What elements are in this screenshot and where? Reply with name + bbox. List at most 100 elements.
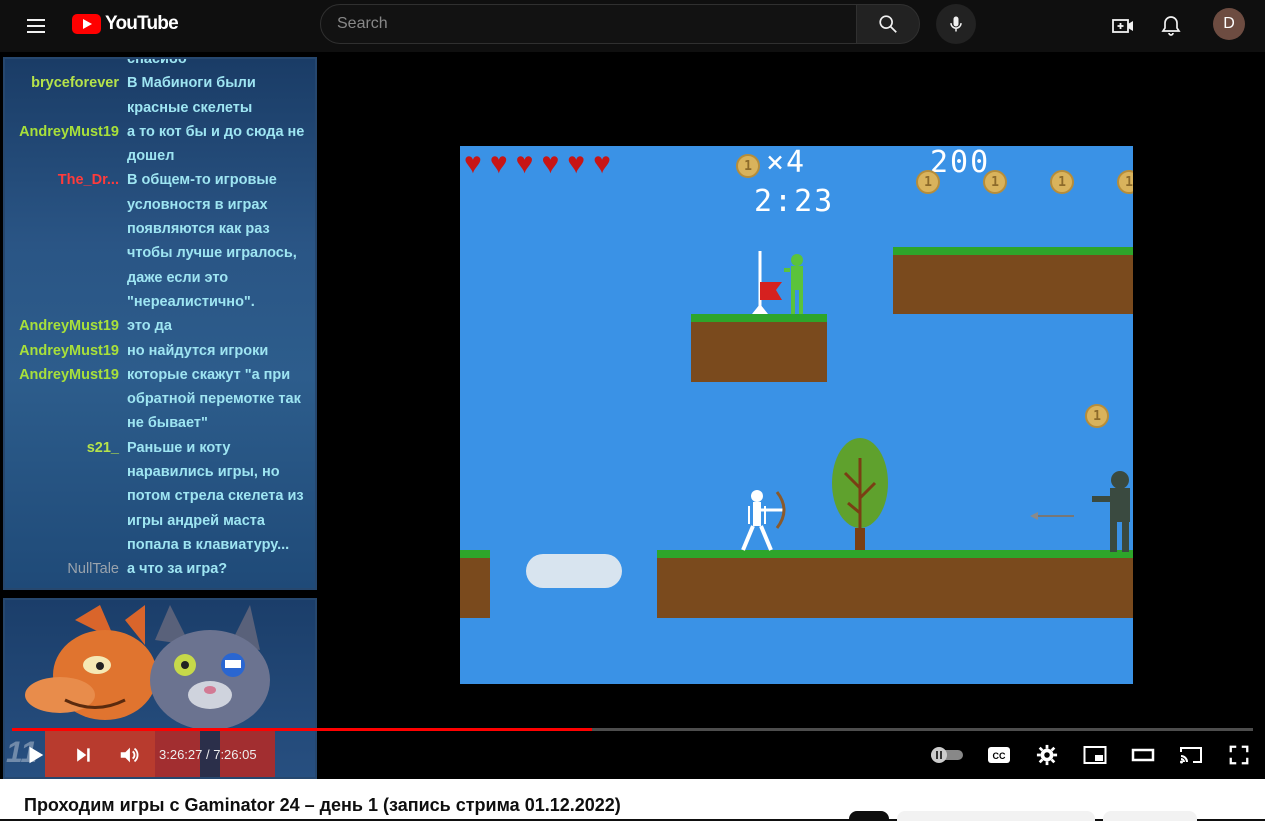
- skeleton-archer-player: [741, 490, 786, 551]
- score: 200: [930, 146, 991, 180]
- chat-username[interactable]: s21_: [5, 436, 127, 557]
- chat-message: AndreyMust19 но найдутся игроки: [5, 339, 315, 363]
- heart-icon: ♥: [541, 147, 560, 180]
- chat-text: это да: [127, 318, 172, 335]
- chat-text: но найдутся игроки: [127, 342, 269, 359]
- ground-left: [460, 550, 490, 618]
- volume-button[interactable]: [106, 732, 152, 778]
- search-button[interactable]: [856, 4, 920, 44]
- chat-username[interactable]: bryceforever: [5, 71, 127, 120]
- logo-text: YouTube: [105, 13, 179, 34]
- chat-message: AndreyMust19 это да: [5, 314, 315, 338]
- heart-icon: ♥: [515, 147, 534, 180]
- masthead: YouTube D: [0, 0, 1265, 52]
- subtitles-button[interactable]: CC: [976, 732, 1022, 778]
- coin-pickup: 1: [1117, 170, 1133, 194]
- video-player[interactable]: спасибо bryceforever В Мабиноги были красн…: [0, 52, 1265, 779]
- action-chip[interactable]: [897, 811, 1095, 821]
- svg-text:CC: CC: [993, 751, 1006, 761]
- chat-message: The_Dr... В общем-то игровые условностя в…: [5, 168, 315, 314]
- chat-text: В общем-то игровые условностя в играх по…: [127, 172, 297, 310]
- checkpoint-flag-and-zombie: [752, 251, 803, 314]
- search-input[interactable]: [321, 5, 856, 43]
- chat-message: bryceforever В Мабиноги были красные скел…: [5, 71, 315, 120]
- chat-text: которые скажут "а при обратной перемотке…: [127, 366, 301, 432]
- chat-message: AndreyMust19 которые скажут "а при обратн…: [5, 363, 315, 436]
- heart-icon: ♥: [567, 147, 586, 180]
- play-icon: [29, 746, 44, 764]
- theater-mode-button[interactable]: [1120, 732, 1166, 778]
- avatar[interactable]: D: [1213, 8, 1245, 40]
- chat-username[interactable]: [5, 59, 127, 71]
- notifications-button[interactable]: [1151, 6, 1191, 46]
- chat-username[interactable]: AndreyMust19: [5, 363, 127, 436]
- miniplayer-icon: [1083, 746, 1107, 764]
- cloud: [526, 554, 622, 588]
- chat-text: спасибо: [127, 57, 187, 67]
- chat-username[interactable]: AndreyMust19: [5, 120, 127, 169]
- fullscreen-icon: [1229, 745, 1249, 765]
- create-icon: [1112, 19, 1133, 33]
- coin-pickup: 1: [916, 170, 940, 194]
- mic-icon: [950, 16, 962, 32]
- youtube-play-icon: [72, 14, 101, 34]
- chat-message: NullTale а что за игра?: [5, 557, 315, 581]
- fullscreen-button[interactable]: [1216, 732, 1262, 778]
- volume-icon: [120, 747, 139, 763]
- settings-button[interactable]: [1024, 732, 1070, 778]
- chat-text: а то кот бы и до сюда не дошел: [127, 123, 305, 165]
- coin-counter: ×4: [766, 146, 807, 180]
- create-button[interactable]: [1103, 6, 1143, 46]
- timer: 2:23: [754, 184, 835, 219]
- chat-username[interactable]: NullTale: [5, 557, 127, 581]
- coin-hud-icon: 1: [736, 154, 760, 178]
- player-controls: 11 3:26:27 / 7:26:05 CC: [0, 732, 1265, 779]
- cast-icon: [1180, 747, 1202, 764]
- tree: [832, 438, 888, 550]
- progress-played: [12, 728, 592, 731]
- chat-message-list: спасибо bryceforever В Мабиноги были красн…: [5, 57, 315, 582]
- ground-right: [657, 550, 1133, 618]
- video-info: Проходим игры с Gaminator 24 – день 1 (з…: [0, 779, 1265, 821]
- time-display: 3:26:27 / 7:26:05: [159, 747, 257, 762]
- autoplay-toggle[interactable]: [924, 732, 970, 778]
- chat-username[interactable]: AndreyMust19: [5, 339, 127, 363]
- coin-pickup: 1: [983, 170, 1007, 194]
- heart-icon: ♥: [489, 147, 508, 180]
- search-box: [320, 4, 857, 44]
- cast-button[interactable]: [1168, 732, 1214, 778]
- heart-icon: ♥: [464, 147, 482, 180]
- next-button[interactable]: [60, 732, 106, 778]
- progress-bar[interactable]: [12, 728, 1253, 731]
- chat-username[interactable]: AndreyMust19: [5, 314, 127, 338]
- chat-text: В Мабиноги были красные скелеты: [127, 75, 256, 116]
- chat-message: AndreyMust19 а то кот бы и до сюда не дош…: [5, 120, 315, 169]
- search-icon: [879, 15, 897, 33]
- miniplayer-button[interactable]: [1072, 732, 1118, 778]
- chat-text: Раньше и коту наравились игры, но потом …: [127, 439, 304, 553]
- action-chip[interactable]: [1103, 811, 1197, 821]
- youtube-logo[interactable]: YouTube: [72, 12, 179, 36]
- coin-pickup: 1: [1050, 170, 1074, 194]
- subtitles-icon: CC: [988, 747, 1010, 763]
- theater-icon: [1131, 748, 1155, 762]
- autoplay-toggle-icon: [931, 747, 963, 763]
- zombie-enemy: [1092, 471, 1130, 552]
- subscribe-chip[interactable]: [849, 811, 889, 821]
- chat-text: а что за игра?: [127, 561, 228, 578]
- lives-hearts: ♥ ♥ ♥ ♥ ♥ ♥: [464, 147, 611, 180]
- chat-message: s21_ Раньше и коту наравились игры, но по…: [5, 436, 315, 557]
- video-title: Проходим игры с Gaminator 24 – день 1 (з…: [24, 795, 621, 815]
- stream-chat-overlay: спасибо bryceforever В Мабиноги были красн…: [3, 57, 317, 590]
- play-button[interactable]: [12, 732, 58, 778]
- next-icon: [77, 748, 90, 762]
- gear-icon: [1036, 744, 1058, 766]
- bell-icon: [1161, 16, 1181, 36]
- heart-icon: ♥: [593, 147, 611, 180]
- menu-icon[interactable]: [16, 6, 56, 46]
- chat-message: спасибо: [5, 57, 315, 71]
- platform-upper-right: [893, 247, 1133, 314]
- chat-username[interactable]: The_Dr...: [5, 168, 127, 314]
- voice-search-button[interactable]: [936, 4, 976, 44]
- game-screen: ♥ ♥ ♥ ♥ ♥ ♥ 1 ×4 200 2:23 1 1 1 1 1: [460, 146, 1133, 684]
